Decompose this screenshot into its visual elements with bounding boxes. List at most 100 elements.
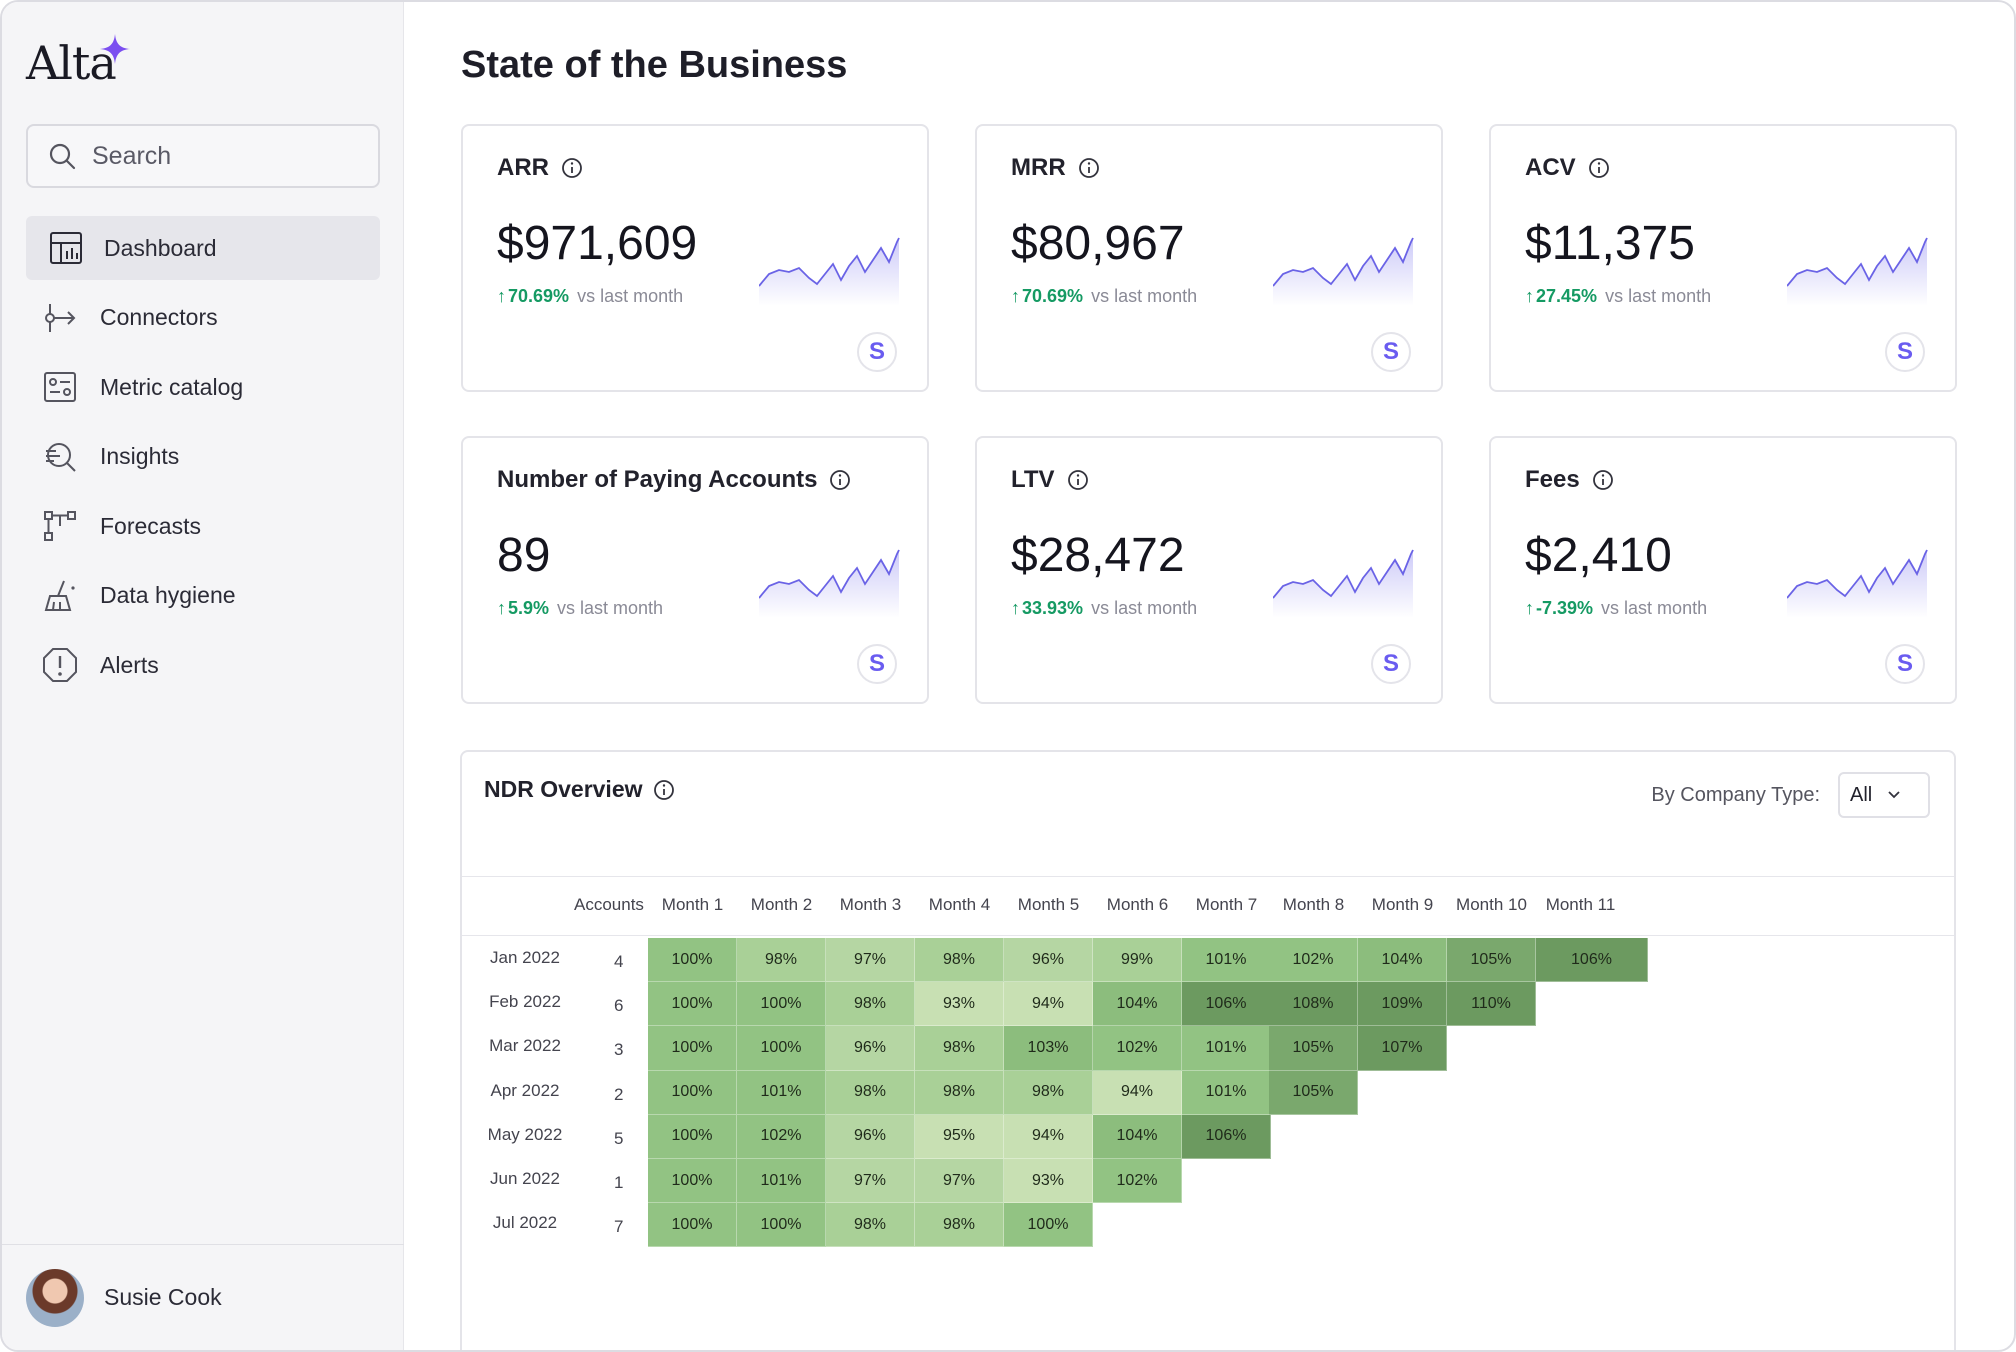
ndr-cell: 95% [915,1114,1004,1159]
alerts-icon [40,645,80,685]
metric-card-fees[interactable]: Fees $2,410 ↑ -7.39% vs last month S [1489,436,1957,704]
metric-label-text: MRR [1011,154,1066,181]
chevron-down-icon [1886,787,1902,803]
metric-label-text: LTV [1011,466,1055,493]
sidebar-item-label: Dashboard [104,234,217,261]
ndr-cell: 104% [1093,1114,1182,1159]
metric-delta-percent: 27.45% [1536,286,1598,306]
arrow-up-icon: ↑ [1011,598,1020,618]
ndr-cell: 100% [737,1203,826,1248]
source-badge-letter: S [1896,338,1913,365]
metric-delta: ↑ 27.45% vs last month [1525,286,1711,307]
app-window: Alta Search Dashboard Connectors Metric … [0,0,2016,1352]
cohort-accounts: 5 [614,1128,624,1148]
metric-label: Number of Paying Accounts [497,466,851,494]
cohort-label: Jul 2022 [492,1213,558,1233]
ndr-title: NDR Overview [484,776,675,803]
metric-label-text: ARR [497,154,549,181]
metric-card-acv[interactable]: ACV $11,375 ↑ 27.45% vs last month S [1489,124,1957,392]
column-header: Month 1 [661,895,724,914]
info-icon[interactable] [1067,469,1089,491]
cohort-accounts: 2 [614,1084,624,1104]
column-header: Month 7 [1195,895,1258,914]
cohort-accounts: 3 [614,1040,624,1060]
ndr-table-header: Accounts Month 1 Month 2 Month 3 Month 4 Mont… [462,876,1954,936]
sidebar-item-connectors[interactable]: Connectors [26,286,380,350]
ndr-cell: 100% [648,1070,737,1115]
search-input[interactable]: Search [26,124,380,188]
metric-delta: ↑ 33.93% vs last month [1011,598,1197,619]
sparkline-chart [759,549,900,618]
metric-delta: ↑ 5.9% vs last month [497,598,663,619]
cohort-accounts: 7 [614,1217,624,1237]
company-type-select[interactable]: All [1838,772,1930,818]
insights-icon [40,437,80,477]
ndr-cell: 94% [1004,982,1093,1027]
ndr-cell: 98% [826,1203,915,1248]
source-badge-letter: S [868,650,885,677]
ndr-cell: 100% [648,938,737,983]
ndr-cell: 100% [648,982,737,1027]
ndr-cell: 96% [826,1026,915,1071]
sidebar-item-dashboard[interactable]: Dashboard [26,216,380,280]
column-header: Month 10 [1456,895,1527,914]
ndr-cell: 93% [1004,1159,1093,1204]
metric-card-arr[interactable]: ARR $971,609 ↑ 70.69% vs last month S [461,124,929,392]
stripe-source-icon: S [857,644,897,684]
ndr-cell: 101% [1182,1070,1271,1115]
cohort-label: Feb 2022 [489,992,561,1012]
cohort-label: Apr 2022 [490,1080,560,1100]
ndr-cell: 100% [648,1026,737,1071]
info-icon[interactable] [653,779,675,801]
ndr-cell: 100% [737,982,826,1027]
column-header: Month 2 [750,895,813,914]
metric-delta-caption: vs last month [577,286,684,306]
info-icon[interactable] [829,469,851,491]
metric-label-text: Fees [1525,466,1580,493]
metric-label-text: ACV [1525,154,1576,181]
ndr-title-text: NDR Overview [484,776,643,802]
metric-delta-percent: 33.93% [1022,598,1084,618]
info-icon[interactable] [1588,157,1610,179]
ndr-cell: 98% [1004,1070,1093,1115]
metric-card-ltv[interactable]: LTV $28,472 ↑ 33.93% vs last month S [975,436,1443,704]
sidebar-item-metric-catalog[interactable]: Metric catalog [26,355,380,419]
ndr-cell: 105% [1269,1026,1358,1071]
metric-value: 89 [497,529,551,582]
info-icon[interactable] [561,157,583,179]
arrow-up-icon: ↑ [1525,598,1534,618]
arrow-up-icon: ↑ [1011,286,1020,306]
sidebar-item-label: Alerts [100,651,159,678]
ndr-cell: 97% [826,938,915,983]
sidebar-item-forecasts[interactable]: Forecasts [26,494,380,558]
metric-delta: ↑ -7.39% vs last month [1525,598,1707,619]
metric-value: $2,410 [1525,529,1672,582]
metric-card-mrr[interactable]: MRR $80,967 ↑ 70.69% vs last month S [975,124,1443,392]
ndr-cell: 100% [648,1203,737,1248]
metric-card-number-of-paying-accounts[interactable]: Number of Paying Accounts 89 ↑ 5.9% vs last … [461,436,929,704]
metric-label-text: Number of Paying Accounts [497,466,818,493]
ndr-cell: 103% [1004,1026,1093,1071]
sidebar-item-label: Data hygiene [100,582,236,608]
column-header: Month 11 [1545,895,1616,914]
avatar [26,1268,84,1327]
sidebar-item-label: Forecasts [100,512,201,539]
ndr-cell: 104% [1093,982,1182,1027]
ndr-cell: 100% [737,1026,826,1071]
ndr-cell: 101% [1182,938,1271,983]
column-header: Month 6 [1106,895,1169,914]
sidebar-item-data-hygiene[interactable]: Data hygiene [26,564,380,628]
column-header: Month 3 [839,895,902,914]
ndr-cell: 100% [648,1114,737,1159]
info-icon[interactable] [1592,469,1614,491]
sidebar-item-insights[interactable]: Insights [26,425,380,489]
sparkline-chart [1787,549,1928,618]
ndr-cell: 107% [1358,1026,1447,1071]
source-badge-letter: S [1896,650,1913,677]
user-profile[interactable]: Susie Cook [2,1244,404,1350]
metric-delta-caption: vs last month [1091,286,1198,306]
info-icon[interactable] [1078,157,1100,179]
sidebar-item-alerts[interactable]: Alerts [26,633,380,697]
search-icon [49,143,76,170]
ndr-cell: 99% [1093,938,1182,983]
